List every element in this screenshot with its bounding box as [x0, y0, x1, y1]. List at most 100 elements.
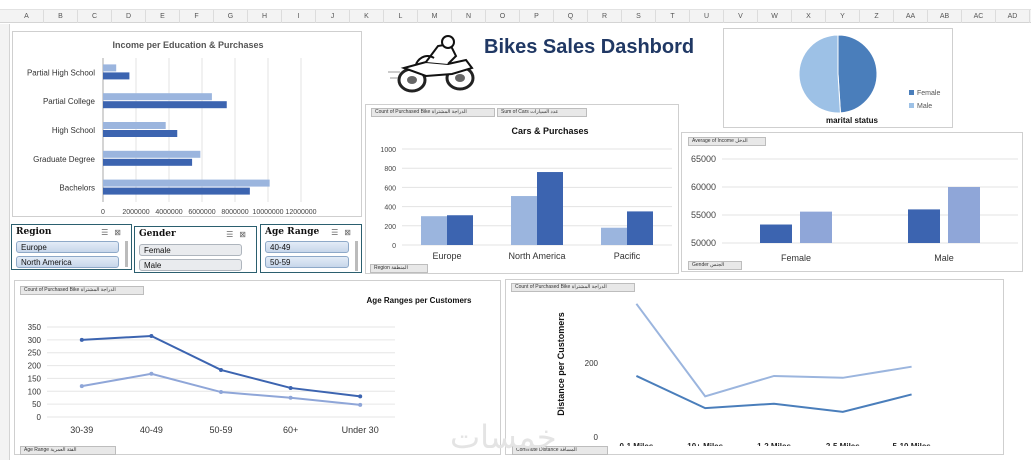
- column-header-cell[interactable]: F: [180, 10, 214, 23]
- bar: [103, 130, 178, 137]
- column-header-cell[interactable]: L: [384, 10, 418, 23]
- column-header-cell[interactable]: N: [452, 10, 486, 23]
- cars-purchases-chart[interactable]: Count of Purchased Bike الدراجة المشتراة…: [365, 104, 679, 274]
- x-category-label: Europe: [432, 251, 461, 261]
- pivot-count-button[interactable]: Count of Purchased Bike الدراجة المشتراة: [371, 108, 495, 117]
- age-ranges-chart[interactable]: Count of Purchased Bike الدراجة المشتراة…: [14, 280, 501, 455]
- x-tick-label: 2000000: [122, 209, 149, 216]
- y-tick-label: 200: [28, 362, 42, 371]
- chart-title: Age Ranges per Customers: [367, 296, 472, 305]
- pie-slice: [837, 34, 878, 114]
- column-header-cell[interactable]: Q: [554, 10, 588, 23]
- commute-distance-chart[interactable]: Count of Purchased Bike الدراجة المشتراة…: [505, 279, 1004, 455]
- dashboard-title: Bikes Sales Dashbord: [484, 36, 695, 58]
- column-header-cell[interactable]: G: [214, 10, 248, 23]
- age-range-slicer[interactable]: Age Range ☰⊠ 40-49 50-59: [260, 224, 362, 273]
- y-tick-label: 60000: [691, 182, 716, 192]
- region-slicer-title: Region: [16, 227, 52, 237]
- pivot-region-filter[interactable]: Region المنطقة: [370, 264, 428, 273]
- dashboard-header: Bikes Sales Dashbord: [386, 34, 716, 96]
- series-line: [635, 375, 912, 413]
- column-header-cell[interactable]: H: [248, 10, 282, 23]
- x-category-label: 50-59: [209, 425, 232, 435]
- column-header-cell[interactable]: E: [146, 10, 180, 23]
- column-header-cell[interactable]: T: [656, 10, 690, 23]
- column-header-cell[interactable]: AC: [962, 10, 996, 23]
- y-axis-label: Distance per Customers: [556, 312, 566, 416]
- column-header-cell[interactable]: M: [418, 10, 452, 23]
- region-slicer[interactable]: Region ☰⊠ Europe North America: [11, 224, 132, 270]
- pivot-gender-filter[interactable]: Gender الجنس: [688, 261, 742, 270]
- age-slicer-scrollbar[interactable]: [355, 241, 358, 271]
- legend-label: Male: [917, 103, 932, 110]
- bar: [908, 209, 940, 243]
- column-header-cell[interactable]: Y: [826, 10, 860, 23]
- bar: [627, 211, 653, 245]
- data-point: [79, 337, 84, 342]
- slicer-item-50-59[interactable]: 50-59: [265, 256, 349, 268]
- column-header-cell[interactable]: P: [520, 10, 554, 23]
- column-header-cell[interactable]: AA: [894, 10, 928, 23]
- pivot-age-range-filter[interactable]: Age Range الفئة العمرية: [20, 446, 116, 455]
- column-header-cell[interactable]: V: [724, 10, 758, 23]
- bar: [760, 224, 792, 243]
- bar: [103, 187, 250, 195]
- y-tick-label: 0: [37, 413, 42, 422]
- y-tick-label: 150: [28, 374, 42, 383]
- y-category-label: Graduate Degree: [33, 155, 95, 164]
- column-header-cell[interactable]: S: [622, 10, 656, 23]
- y-tick-label: 100: [28, 387, 42, 396]
- column-header-cell[interactable]: B: [44, 10, 78, 23]
- column-header-cell[interactable]: O: [486, 10, 520, 23]
- bar: [103, 72, 130, 80]
- slicer-item-north-america[interactable]: North America: [16, 256, 119, 268]
- column-header-cell[interactable]: A: [10, 10, 44, 23]
- column-header-cell[interactable]: W: [758, 10, 792, 23]
- y-tick-label: 55000: [691, 210, 716, 220]
- bar: [103, 93, 212, 101]
- y-tick-label: 65000: [691, 154, 716, 164]
- data-point: [149, 371, 154, 376]
- slicer-item-male[interactable]: Male: [139, 259, 242, 271]
- y-tick-label: 250: [28, 349, 42, 358]
- column-header-cell[interactable]: C: [78, 10, 112, 23]
- slicer-filter-icons[interactable]: ☰⊠: [226, 230, 252, 239]
- slicer-filter-icons[interactable]: ☰⊠: [101, 228, 127, 237]
- region-slicer-scrollbar[interactable]: [125, 241, 128, 267]
- x-tick-label: 6000000: [188, 209, 215, 216]
- bar: [103, 122, 166, 129]
- x-category-label: 60+: [283, 425, 298, 435]
- motorbike-logo-icon: [388, 35, 475, 93]
- row-header-gutter: [0, 24, 10, 460]
- slicer-item-europe[interactable]: Europe: [16, 241, 119, 253]
- column-header-cell[interactable]: K: [350, 10, 384, 23]
- marital-status-chart[interactable]: marital status Female Male: [723, 28, 953, 128]
- column-header-cell[interactable]: J: [316, 10, 350, 23]
- column-header-cell[interactable]: AD: [996, 10, 1030, 23]
- data-point: [219, 367, 223, 372]
- column-header-cell[interactable]: U: [690, 10, 724, 23]
- income-gender-chart[interactable]: Average of Income الدخل 50000 55000 60000 6…: [681, 132, 1023, 272]
- column-header-cell[interactable]: R: [588, 10, 622, 23]
- slicer-item-40-49[interactable]: 40-49: [265, 241, 349, 253]
- bar: [421, 216, 447, 245]
- column-header-cell[interactable]: I: [282, 10, 316, 23]
- age-ranges-chart-svg: Age Ranges per Customers 0 50 100 150 200 250 3…: [28, 296, 472, 435]
- column-header-cell[interactable]: D: [112, 10, 146, 23]
- x-category-label: North America: [508, 251, 565, 261]
- income-education-chart[interactable]: Income per Education & Purchases 0 2000000…: [12, 31, 362, 217]
- y-tick-label: 200: [585, 359, 599, 368]
- pivot-sum-button[interactable]: Sum of Cars عدد السيارات: [497, 108, 587, 117]
- y-tick-label: 0: [392, 243, 396, 250]
- column-header-cell[interactable]: Z: [860, 10, 894, 23]
- x-category-label: 5-10 Miles: [892, 442, 931, 446]
- column-header-cell[interactable]: X: [792, 10, 826, 23]
- chart-title: marital status: [826, 116, 879, 125]
- column-header-cell[interactable]: AB: [928, 10, 962, 23]
- slicer-item-female[interactable]: Female: [139, 244, 242, 256]
- data-point: [288, 395, 293, 400]
- gender-slicer[interactable]: Gender ☰⊠ Female Male: [134, 226, 257, 273]
- x-category-label: Female: [781, 253, 811, 261]
- x-category-label: 1-2 Miles: [757, 442, 791, 446]
- slicer-filter-icons[interactable]: ☰⊠: [331, 228, 357, 237]
